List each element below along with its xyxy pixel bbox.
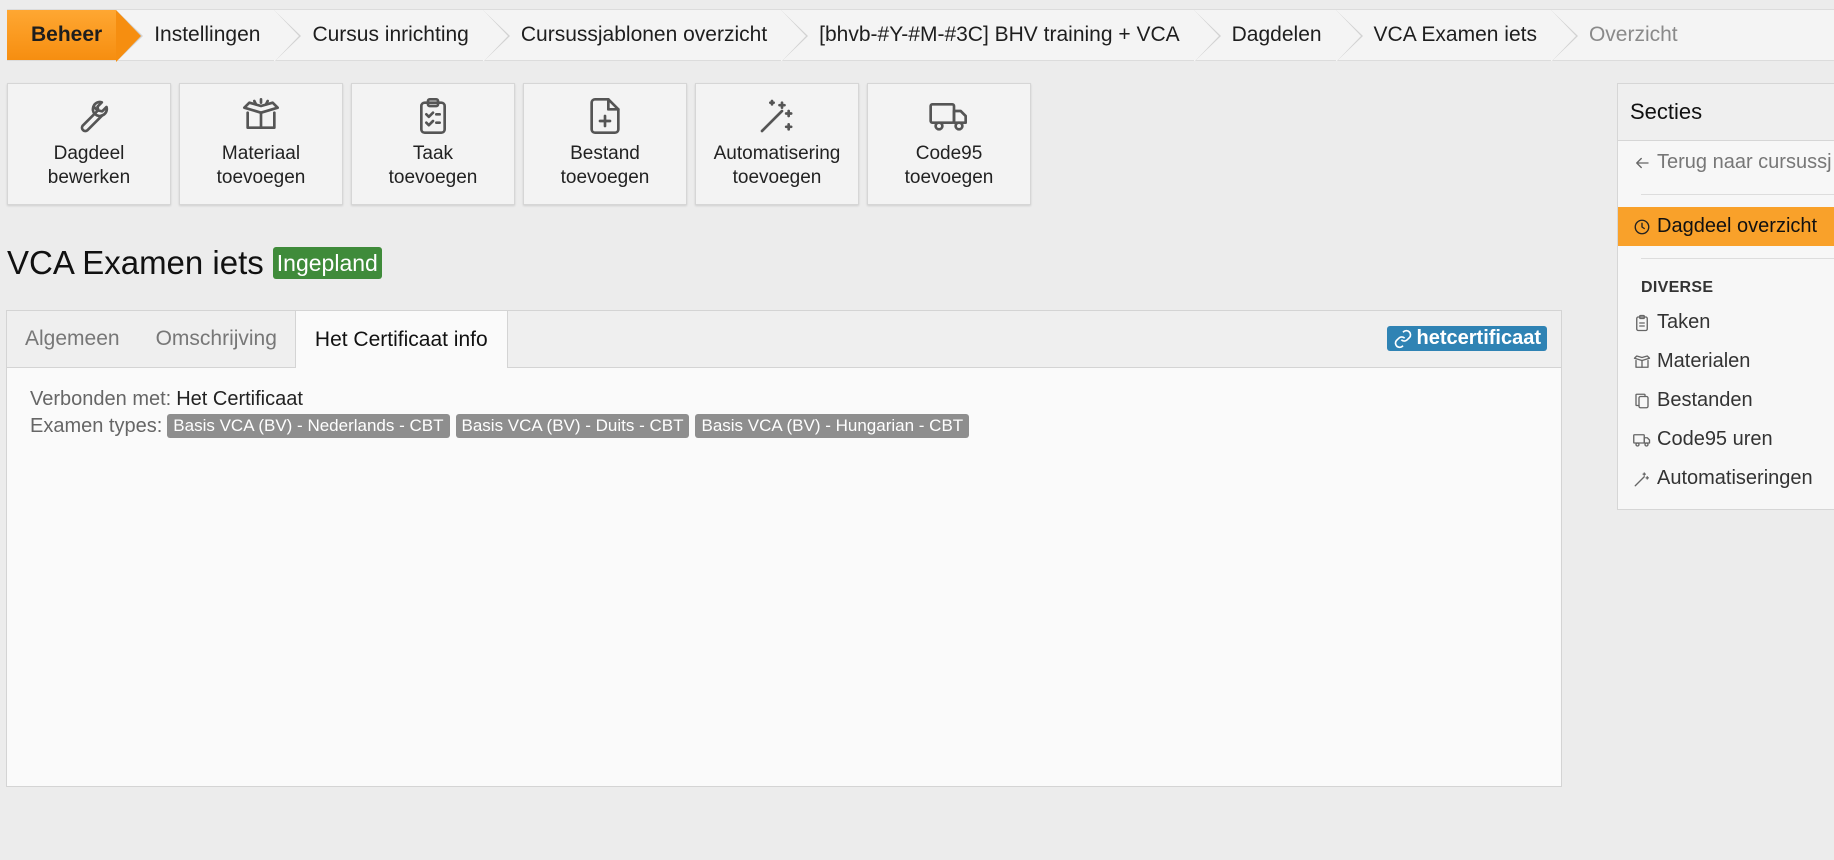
sidebar-item-code95-uren[interactable]: Code95 uren xyxy=(1618,420,1834,459)
clock-icon xyxy=(1634,219,1650,234)
box-icon xyxy=(243,98,279,129)
sidebar-item-label: Automatiseringen xyxy=(1657,467,1813,489)
code95-toevoegen-button[interactable]: Code95 toevoegen xyxy=(867,83,1031,205)
sidebar-item-label: Bestanden xyxy=(1657,389,1753,411)
tile-label: Dagdeel bewerken xyxy=(47,143,131,188)
sidebar-item-label: Code95 uren xyxy=(1657,428,1773,450)
connected-value: Het Certificaat xyxy=(176,388,303,410)
exam-types-label: Examen types: xyxy=(30,414,163,437)
truck-icon xyxy=(1633,433,1651,447)
truck-icon xyxy=(929,103,967,131)
wrench-icon xyxy=(80,100,109,133)
tab-het-certificaat-info[interactable]: Het Certificaat info xyxy=(294,311,508,368)
tab-panel: Algemeen Omschrijving Het Certificaat in… xyxy=(6,310,1562,787)
clipboard-icon xyxy=(1636,314,1648,331)
clipboard-icon xyxy=(420,98,446,134)
automatisering-toevoegen-button[interactable]: Automatisering toevoegen xyxy=(695,83,859,205)
status-badge: Ingepland xyxy=(272,247,382,279)
breadcrumb-vca-examen[interactable]: VCA Examen iets xyxy=(1335,10,1579,62)
page-header: VCA Examen iets Ingepland xyxy=(7,244,382,282)
sidebar-item-label: Dagdeel overzicht xyxy=(1657,215,1818,237)
exam-types-row: Examen types: Basis VCA (BV) - Nederland… xyxy=(30,414,1538,438)
exam-type-chip: Basis VCA (BV) - Nederlands - CBT xyxy=(167,414,450,438)
sidebar-item-label: Taken xyxy=(1657,311,1711,333)
divider xyxy=(1641,258,1834,259)
tile-label: Bestand toevoegen xyxy=(560,143,650,188)
arrow-left-icon xyxy=(1636,157,1649,168)
exam-type-chip: Basis VCA (BV) - Hungarian - CBT xyxy=(695,414,970,438)
taak-toevoegen-button[interactable]: Taak toevoegen xyxy=(351,83,515,205)
divider xyxy=(1641,194,1834,195)
action-toolbar: Dagdeel bewerken Materiaal toevoegen Taa… xyxy=(7,83,1031,205)
tile-label: Taak toevoegen xyxy=(388,143,478,188)
breadcrumb-template[interactable]: [bhvb-#Y-#M-#3C] BHV training + VCA xyxy=(781,10,1222,62)
tab-bar: Algemeen Omschrijving Het Certificaat in… xyxy=(7,311,1561,368)
hetcertificaat-link-badge[interactable]: hetcertificaat xyxy=(1386,326,1547,351)
tile-label: Materiaal toevoegen xyxy=(216,143,306,188)
sidebar-item-materialen[interactable]: Materialen xyxy=(1618,342,1834,381)
breadcrumb: Beheer Instellingen Cursus inrichting Cu… xyxy=(7,9,1834,62)
box-icon xyxy=(1633,354,1651,368)
sidebar-group-diverse: DIVERSE xyxy=(1641,279,1714,296)
breadcrumb-beheer[interactable]: Beheer xyxy=(7,10,144,62)
sidebar-back-link[interactable]: Terug naar cursussj xyxy=(1618,143,1834,182)
breadcrumb-cursus-inrichting[interactable]: Cursus inrichting xyxy=(274,10,511,62)
sidebar-item-label: Materialen xyxy=(1657,350,1751,372)
sidebar-item-bestanden[interactable]: Bestanden xyxy=(1618,381,1834,420)
link-icon xyxy=(1394,329,1411,348)
hetcertificaat-label: hetcertificaat xyxy=(1416,327,1542,349)
tile-label: Automatisering toevoegen xyxy=(713,143,841,188)
exam-type-chip: Basis VCA (BV) - Duits - CBT xyxy=(455,414,690,438)
tab-omschrijving[interactable]: Omschrijving xyxy=(138,311,295,367)
tab-algemeen[interactable]: Algemeen xyxy=(7,311,138,367)
bestand-toevoegen-button[interactable]: Bestand toevoegen xyxy=(523,83,687,205)
sidebar-item-dagdeel-overzicht[interactable]: Dagdeel overzicht xyxy=(1618,207,1834,246)
breadcrumb-cursussjablonen-overzicht[interactable]: Cursussjablonen overzicht xyxy=(482,10,809,62)
sidebar-item-automatiseringen[interactable]: Automatiseringen xyxy=(1618,459,1834,498)
materiaal-toevoegen-button[interactable]: Materiaal toevoegen xyxy=(179,83,343,205)
dagdeel-bewerken-button[interactable]: Dagdeel bewerken xyxy=(7,83,171,205)
magic-wand-icon xyxy=(1634,471,1650,486)
connected-label: Verbonden met: xyxy=(30,388,172,410)
connected-row: Verbonden met: Het Certificaat xyxy=(30,388,1538,411)
tile-label: Code95 toevoegen xyxy=(904,143,994,188)
sidebar-back-label: Terug naar cursussj xyxy=(1657,151,1832,173)
certificate-info: Verbonden met: Het Certificaat Examen ty… xyxy=(7,368,1561,461)
copy-icon xyxy=(1635,393,1649,408)
sidebar-item-taken[interactable]: Taken xyxy=(1618,303,1834,342)
sections-sidebar: Secties Terug naar cursussj Dagdeel over… xyxy=(1617,83,1834,510)
magic-wand-icon xyxy=(760,99,793,133)
sidebar-title: Secties xyxy=(1618,84,1834,141)
file-plus-icon xyxy=(590,98,620,135)
page-title: VCA Examen iets xyxy=(7,244,264,281)
